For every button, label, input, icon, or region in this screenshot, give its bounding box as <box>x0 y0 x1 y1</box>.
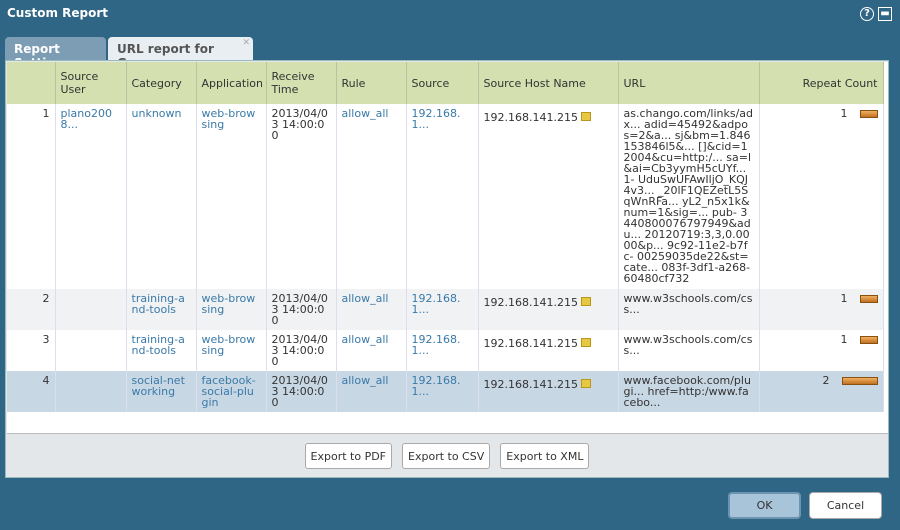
row-number: 3 <box>42 333 50 346</box>
table-row[interactable]: 1 plano2008... unknown web-browsing 2013/04/… <box>7 104 884 289</box>
export-pdf-button[interactable]: Export to PDF <box>304 443 393 469</box>
resolve-host-icon[interactable] <box>580 379 591 388</box>
receive-time: 2013/04/03 14:00:00 <box>271 107 328 142</box>
url-value: www.facebook.com/plugi... href=http:/www… <box>623 374 751 409</box>
column-header[interactable]: Source <box>406 62 479 104</box>
column-header[interactable]: Source User <box>55 62 127 104</box>
application-link[interactable]: web-browsing <box>202 333 256 357</box>
table-row[interactable]: 4 social-networking facebook-social-plugin… <box>7 371 884 412</box>
tab-report-setting[interactable]: Report Setting <box>5 37 106 70</box>
column-header[interactable]: Application <box>196 62 267 104</box>
application-link[interactable]: web-browsing <box>202 292 256 316</box>
category-link[interactable]: social-networking <box>132 374 185 398</box>
export-xml-button[interactable]: Export to XML <box>500 443 590 469</box>
repeat-count-bar <box>841 377 878 385</box>
column-header[interactable]: Category <box>126 62 197 104</box>
source-user-link[interactable]: plano2008... <box>61 107 112 131</box>
resolve-host-icon[interactable] <box>580 112 591 121</box>
row-number: 1 <box>42 107 50 120</box>
repeat-count: 1 <box>840 292 848 305</box>
url-value: www.w3schools.com/css... <box>623 292 753 316</box>
rule-link[interactable]: allow_all <box>342 292 389 305</box>
rule-link[interactable]: allow_all <box>342 374 389 387</box>
source-link[interactable]: 192.168.1... <box>412 107 461 131</box>
source-link[interactable]: 192.168.1... <box>412 333 461 357</box>
repeat-count-bar <box>859 295 878 303</box>
source-link[interactable]: 192.168.1... <box>412 374 461 398</box>
export-csv-button[interactable]: Export to CSV <box>402 443 491 469</box>
repeat-count-bar <box>859 110 878 118</box>
category-link[interactable]: training-and-tools <box>132 333 185 357</box>
report-panel: Source User Category Application Receive Ti… <box>5 60 889 478</box>
table-row[interactable]: 2 training-and-tools web-browsing 2013/04/0… <box>7 289 884 330</box>
host-name: 192.168.141.215 <box>483 111 578 124</box>
column-header[interactable]: Source Host Name <box>478 62 619 104</box>
cancel-button[interactable]: Cancel <box>809 492 882 519</box>
repeat-count: 1 <box>840 107 848 120</box>
window-title: Custom Report <box>7 6 109 20</box>
receive-time: 2013/04/03 14:00:00 <box>271 333 328 368</box>
resolve-host-icon[interactable] <box>580 297 591 306</box>
host-name: 192.168.141.215 <box>483 296 578 309</box>
row-number: 4 <box>42 374 50 387</box>
host-name: 192.168.141.215 <box>483 378 578 391</box>
resolve-host-icon[interactable] <box>580 338 591 347</box>
source-link[interactable]: 192.168.1... <box>412 292 461 316</box>
application-link[interactable]: facebook-social-plugin <box>202 374 256 409</box>
rule-link[interactable]: allow_all <box>342 333 389 346</box>
report-grid: Source User Category Application Receive Ti… <box>7 62 888 434</box>
table-row[interactable]: 3 training-and-tools web-browsing 2013/04/0… <box>7 330 884 371</box>
application-link[interactable]: web-browsing <box>202 107 256 131</box>
rule-link[interactable]: allow_all <box>342 107 389 120</box>
url-value: as.chango.com/links/adx... adid=45492&ad… <box>623 107 754 285</box>
host-name: 192.168.141.215 <box>483 337 578 350</box>
repeat-count-bar <box>859 336 878 344</box>
repeat-count: 1 <box>840 333 848 346</box>
column-header[interactable]: URL <box>618 62 760 104</box>
help-icon[interactable]: ? <box>860 7 874 21</box>
column-header[interactable]: Receive Time <box>266 62 337 104</box>
column-header[interactable] <box>7 62 56 104</box>
receive-time: 2013/04/03 14:00:00 <box>271 292 328 327</box>
column-header[interactable]: Rule <box>336 62 407 104</box>
receive-time: 2013/04/03 14:00:00 <box>271 374 328 409</box>
repeat-count: 2 <box>822 374 830 387</box>
column-header[interactable]: Repeat Count <box>759 62 884 104</box>
row-number: 2 <box>42 292 50 305</box>
close-tab-icon[interactable]: ✕ <box>242 38 250 48</box>
maximize-icon[interactable]: ▬ <box>878 7 892 21</box>
category-link[interactable]: unknown <box>132 107 182 120</box>
category-link[interactable]: training-and-tools <box>132 292 185 316</box>
url-value: www.w3schools.com/css... <box>623 333 753 357</box>
ok-button[interactable]: OK <box>728 492 801 519</box>
tab-url-report[interactable]: URL report for Group✕ <box>108 37 253 70</box>
